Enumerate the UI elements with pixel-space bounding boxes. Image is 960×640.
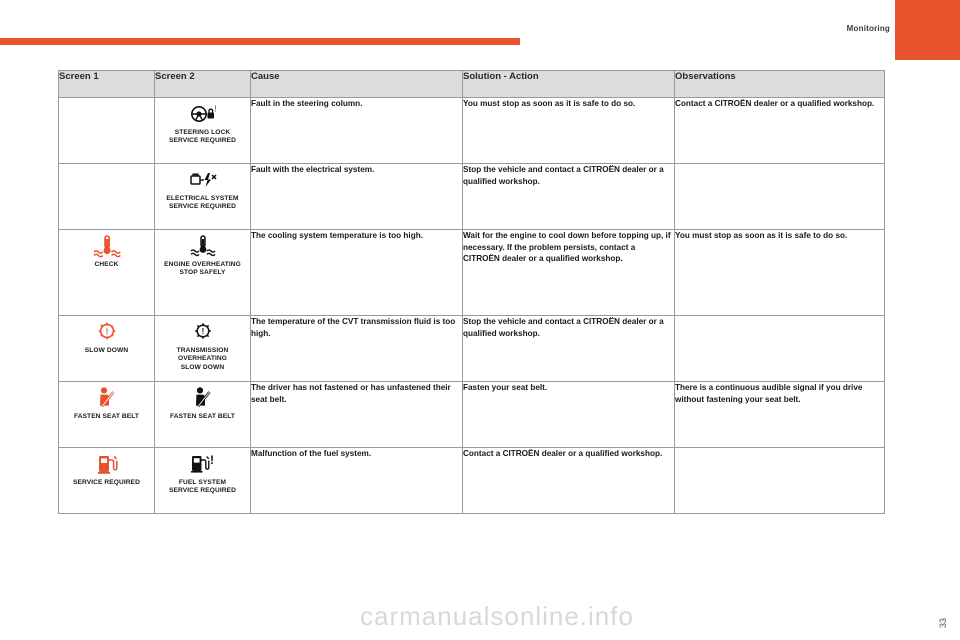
svg-text:!: ! [105,326,108,336]
screen1-caption: SERVICE REQUIRED [72,479,141,486]
chapter-label: Monitoring [846,24,890,33]
screen2-transmission-overheating: ! TRANSMISSION OVERHEATING SLOW DOWN [154,315,251,382]
screen2-seat-belt: FASTEN SEAT BELT [154,381,251,448]
solution-text: Fasten your seat belt. [462,381,675,448]
solution-text: Contact a CITROËN dealer or a qualified … [462,447,675,514]
header-rule-inner [0,45,520,47]
screen1-empty [58,97,155,164]
screen1-coolant-temperature: CHECK [58,229,155,316]
screen1-seat-belt: FASTEN SEAT BELT [58,381,155,448]
screen2-fuel-system: ! FUEL SYSTEM SERVICE REQUIRED [154,447,251,514]
transmission-overheating-icon: ! [162,316,244,346]
table-header-row: Screen 1 Screen 2 Cause Solution - Actio… [58,70,885,98]
observations-text: There is a continuous audible signal if … [674,381,885,448]
screen1-caption: SLOW DOWN [84,347,129,354]
fuel-system-icon: ! [162,448,244,478]
warning-lamp-table-wrapper: Screen 1 Screen 2 Cause Solution - Actio… [58,70,885,514]
col-solution-action: Solution - Action [462,70,675,98]
cause-text: The driver has not fastened or has unfas… [250,381,463,448]
fuel-pump-icon [66,448,148,478]
screen1-caption: FASTEN SEAT BELT [73,413,140,420]
table-row: CHECK ENGINE OVERHEATING STOP SAFELY The… [58,229,885,316]
watermark: carmanualsonline.info [360,601,634,631]
solution-text: Stop the vehicle and contact a CITROËN d… [462,163,675,230]
solution-text: You must stop as soon as it is safe to d… [462,97,675,164]
header-rule [0,38,520,45]
table-row: SERVICE REQUIRED ! FUEL SYSTEM SERVICE R… [58,447,885,514]
screen1-transmission-slow-down: ! SLOW DOWN [58,315,155,382]
svg-text:!: ! [214,104,215,113]
table-row: ELECTRICAL SYSTEM SERVICE REQUIRED Fault … [58,163,885,230]
observations-text: You must stop as soon as it is safe to d… [674,229,885,316]
engine-overheating-icon [162,230,244,260]
table-row: ! SLOW DOWN ! TRANSMISSION OVERHEATING S… [58,315,885,382]
solution-text: Stop the vehicle and contact a CITROËN d… [462,315,675,382]
observations-text [674,315,885,382]
electrical-system-icon [162,164,244,194]
seat-belt-icon [66,382,148,412]
screen1-fuel-pump: SERVICE REQUIRED [58,447,155,514]
coolant-temperature-icon [66,230,148,260]
observations-text [674,163,885,230]
warning-lamp-table: Screen 1 Screen 2 Cause Solution - Actio… [58,70,885,514]
steering-lock-icon: ! [162,98,244,128]
cause-text: The cooling system temperature is too hi… [250,229,463,316]
document-page: Monitoring 1 33 carmanualsonline.info Sc… [0,0,960,640]
col-observations: Observations [674,70,885,98]
screen2-electrical-system: ELECTRICAL SYSTEM SERVICE REQUIRED [154,163,251,230]
transmission-slow-down-icon: ! [66,316,148,346]
page-number: 33 [938,618,948,629]
svg-text:!: ! [201,327,204,336]
cause-text: Fault in the steering column. [250,97,463,164]
screen1-caption: CHECK [94,261,119,268]
screen2-caption: FUEL SYSTEM SERVICE REQUIRED [168,479,237,495]
cause-text: Fault with the electrical system. [250,163,463,230]
screen2-caption: STEERING LOCK SERVICE REQUIRED [168,129,237,145]
screen2-caption: FASTEN SEAT BELT [169,413,236,420]
right-margin-strip [895,60,960,640]
observations-text: Contact a CITROËN dealer or a qualified … [674,97,885,164]
solution-text: Wait for the engine to cool down before … [462,229,675,316]
screen2-caption: ELECTRICAL SYSTEM SERVICE REQUIRED [166,195,239,211]
svg-text:!: ! [210,453,214,467]
screen1-empty [58,163,155,230]
screen2-engine-overheating: ENGINE OVERHEATING STOP SAFELY [154,229,251,316]
table-row: FASTEN SEAT BELT FASTEN SEAT BELT The dr… [58,381,885,448]
screen2-caption: TRANSMISSION OVERHEATING SLOW DOWN [176,347,229,371]
seat-belt-icon [162,382,244,412]
screen2-caption: ENGINE OVERHEATING STOP SAFELY [164,261,241,277]
cause-text: Malfunction of the fuel system. [250,447,463,514]
observations-text [674,447,885,514]
col-cause: Cause [250,70,463,98]
screen2-steering-lock: ! STEERING LOCKSERVICE REQUIRED [154,97,251,164]
col-screen-1: Screen 1 [58,70,155,98]
table-row: ! STEERING LOCKSERVICE REQUIRED Fault in… [58,97,885,164]
col-screen-2: Screen 2 [154,70,251,98]
cause-text: The temperature of the CVT transmission … [250,315,463,382]
